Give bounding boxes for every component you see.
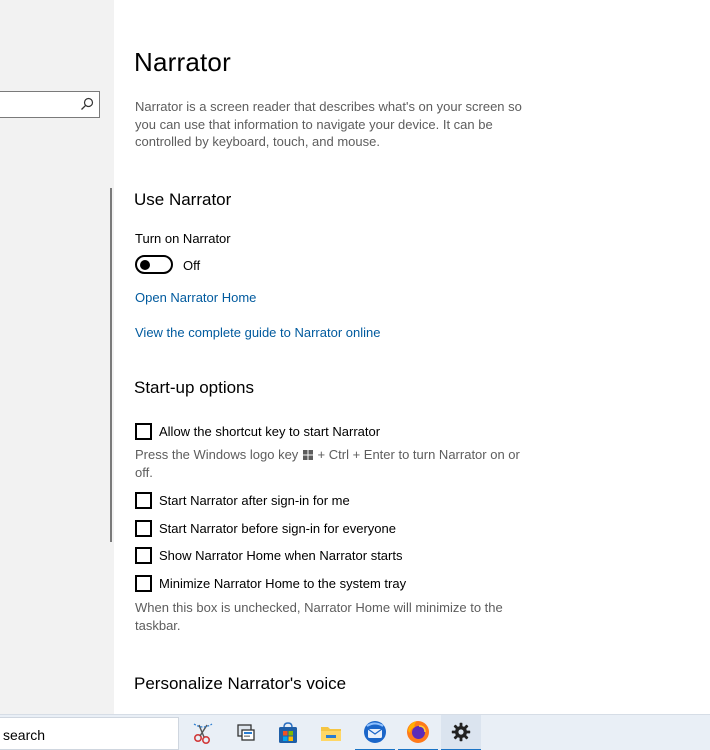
turn-on-narrator-label: Turn on Narrator xyxy=(135,231,231,246)
taskbar: search xyxy=(0,714,710,750)
shortcut-help-text-before: Press the Windows logo key xyxy=(135,447,299,462)
taskbar-settings[interactable] xyxy=(441,715,481,750)
start-before-signin-label: Start Narrator before sign-in for everyo… xyxy=(159,520,396,536)
start-before-signin-checkbox[interactable] xyxy=(135,519,152,537)
show-home-option[interactable]: Show Narrator Home when Narrator starts xyxy=(135,545,402,565)
start-after-signin-checkbox[interactable] xyxy=(135,491,152,509)
taskbar-thunderbird[interactable] xyxy=(355,715,395,750)
minimize-to-tray-option[interactable]: Minimize Narrator Home to the system tra… xyxy=(135,573,406,593)
start-after-signin-option[interactable]: Start Narrator after sign-in for me xyxy=(135,490,350,510)
shortcut-key-label: Allow the shortcut key to start Narrator xyxy=(159,423,381,439)
personalize-voice-heading: Personalize Narrator's voice xyxy=(134,674,347,693)
settings-gear-icon xyxy=(451,722,471,742)
taskbar-file-explorer[interactable] xyxy=(311,715,351,750)
windows-logo-icon xyxy=(302,450,313,460)
taskbar-search-text: search xyxy=(3,727,46,743)
start-after-signin-label: Start Narrator after sign-in for me xyxy=(159,492,350,508)
taskbar-store[interactable] xyxy=(268,715,308,750)
shortcut-key-option[interactable]: Allow the shortcut key to start Narrator xyxy=(135,421,380,441)
narrator-guide-link[interactable]: View the complete guide to Narrator onli… xyxy=(135,325,380,340)
settings-search-input[interactable] xyxy=(0,91,100,118)
start-before-signin-option[interactable]: Start Narrator before sign-in for everyo… xyxy=(135,518,396,538)
scrollbar[interactable] xyxy=(110,188,112,542)
taskbar-snipping-tool[interactable] xyxy=(183,715,223,750)
file-explorer-icon xyxy=(321,727,341,741)
thunderbird-icon xyxy=(364,721,386,743)
taskbar-search-box[interactable]: search xyxy=(0,717,179,750)
snipping-tool-icon xyxy=(193,723,213,745)
toggle-knob xyxy=(140,259,150,270)
page-description: Narrator is a screen reader that describ… xyxy=(135,99,522,149)
task-view-icon xyxy=(237,724,255,741)
store-icon xyxy=(279,722,297,743)
minimize-to-tray-label: Minimize Narrator Home to the system tra… xyxy=(159,575,407,591)
navigation-pane xyxy=(0,0,114,714)
use-narrator-heading: Use Narrator xyxy=(134,190,232,209)
firefox-icon xyxy=(407,721,429,743)
taskbar-task-view[interactable] xyxy=(226,715,266,750)
open-narrator-home-link[interactable]: Open Narrator Home xyxy=(135,290,256,305)
startup-options-heading: Start-up options xyxy=(134,378,255,397)
minimize-to-tray-checkbox[interactable] xyxy=(135,574,152,592)
minimize-help: When this box is unchecked, Narrator Hom… xyxy=(135,600,503,633)
search-icon[interactable] xyxy=(80,97,94,111)
narrator-toggle[interactable] xyxy=(135,255,173,274)
taskbar-firefox[interactable] xyxy=(398,715,438,750)
toggle-state-text: Off xyxy=(183,258,201,273)
show-home-label: Show Narrator Home when Narrator starts xyxy=(159,547,403,563)
show-home-checkbox[interactable] xyxy=(135,546,152,564)
shortcut-key-help: Press the Windows logo key + Ctrl + Ente… xyxy=(135,446,535,481)
page-title: Narrator xyxy=(134,47,231,77)
shortcut-key-checkbox[interactable] xyxy=(135,422,152,440)
